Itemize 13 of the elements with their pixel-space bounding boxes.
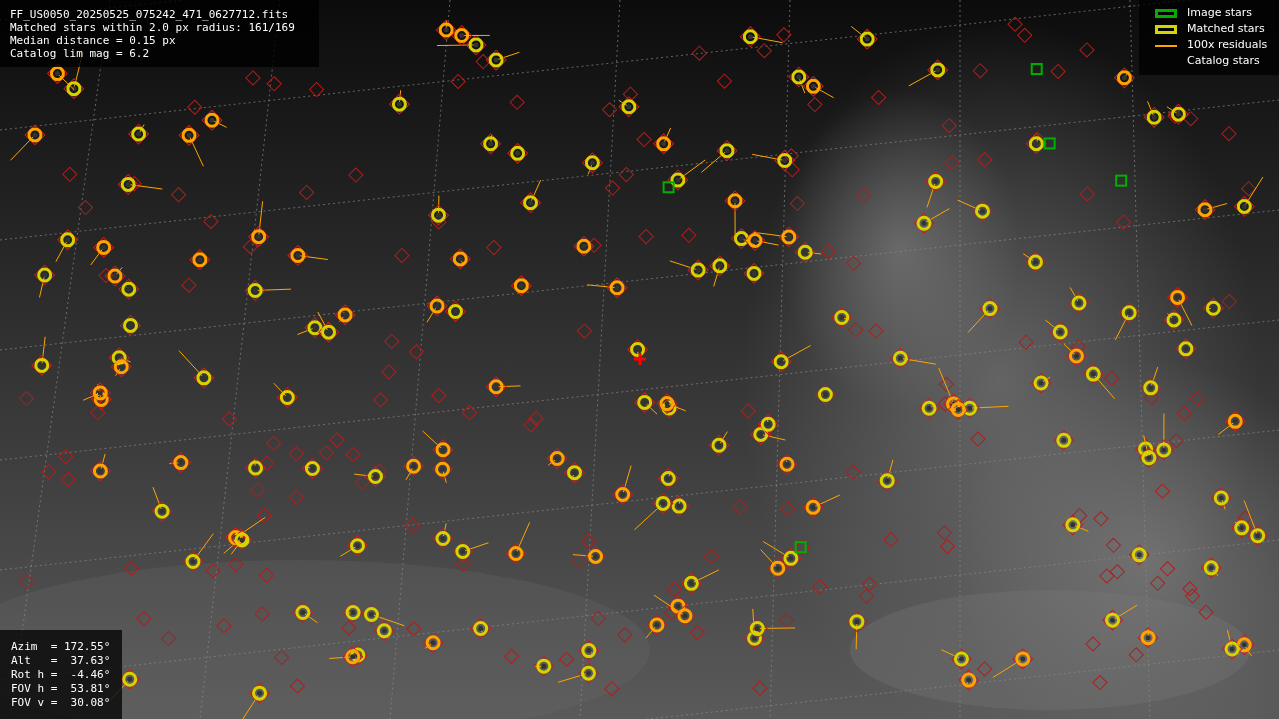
legend-label: Matched stars — [1187, 21, 1265, 38]
pointing-line: Alt = 37.63° — [11, 654, 111, 668]
info-line: Median distance = 0.15 px — [10, 34, 177, 47]
info-line: Catalog lim mag = 6.2 — [10, 47, 151, 60]
legend-label: Catalog stars — [1187, 53, 1260, 70]
pointing-line: FOV h = 53.81° — [11, 682, 111, 696]
legend-label: Image stars — [1187, 5, 1252, 22]
pointing-line: FOV v = 30.08° — [11, 696, 111, 710]
legend-label: 100x residuals — [1187, 37, 1268, 54]
pointing-line: Rot h = -4.46° — [11, 668, 111, 682]
info-line: Matched stars within 2.0 px radius: 161/169 — [10, 21, 296, 34]
info-line: FF_US0050_20250525_075242_471_0627712.fits — [10, 8, 290, 21]
pointing-line: Azim = 172.55° — [11, 640, 111, 654]
